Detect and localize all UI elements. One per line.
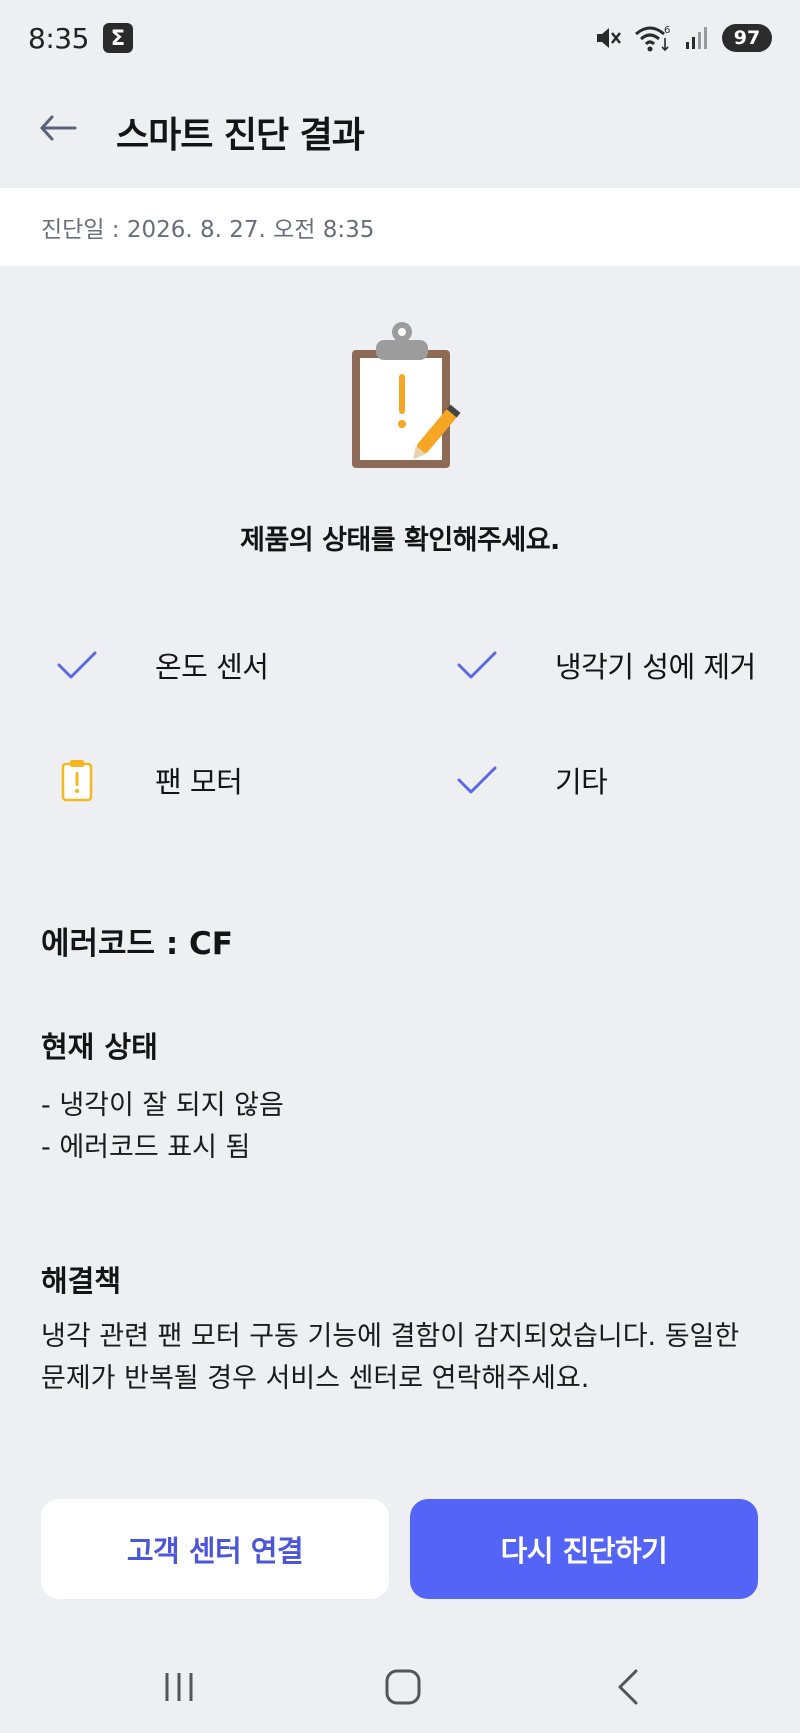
back-arrow-icon bbox=[40, 115, 77, 141]
current-status-line: - 에러코드 표시 됨 bbox=[41, 1132, 251, 1163]
recent-apps-icon bbox=[165, 1673, 193, 1701]
status-time: 8:35 bbox=[28, 21, 89, 55]
check-item-temperature-sensor: 온도 센서 bbox=[55, 640, 269, 690]
check-prompt: 제품의 상태를 확인해주세요. bbox=[240, 525, 560, 556]
signal-icon bbox=[686, 27, 707, 49]
clipboard-warning-icon bbox=[352, 322, 461, 468]
check-icon bbox=[455, 758, 499, 802]
customer-center-button[interactable]: 고객 센터 연결 bbox=[41, 1499, 389, 1599]
error-code: 에러코드 : CF bbox=[41, 926, 233, 962]
nav-back-icon bbox=[618, 1669, 638, 1705]
status-bar: 8:35 Σ 6 97 bbox=[0, 0, 800, 76]
current-status-title: 현재 상태 bbox=[41, 1030, 158, 1064]
wifi-icon: 6 bbox=[635, 25, 670, 52]
check-icon bbox=[55, 643, 99, 687]
check-item-other: 기타 bbox=[455, 755, 608, 805]
solution-title: 해결책 bbox=[41, 1264, 122, 1298]
check-item-defrost: 냉각기 성에 제거 bbox=[455, 640, 756, 690]
status-icons: 6 97 bbox=[594, 23, 772, 53]
check-item-fan-motor: 팬 모터 bbox=[55, 755, 243, 805]
diagnosis-date-bar: 진단일 : 2026. 8. 27. 오전 8:35 bbox=[0, 188, 800, 266]
warning-clipboard-icon bbox=[55, 758, 99, 802]
check-item-label: 기타 bbox=[555, 765, 608, 799]
check-item-label: 냉각기 성에 제거 bbox=[555, 650, 756, 684]
recent-apps-button[interactable] bbox=[154, 1662, 204, 1712]
nav-back-button[interactable] bbox=[603, 1662, 653, 1712]
back-button[interactable] bbox=[38, 108, 78, 148]
solution-text: 냉각 관련 팬 모터 구동 기능에 결함이 감지되었습니다. 동일한 문제가 반… bbox=[41, 1321, 740, 1394]
home-icon bbox=[385, 1669, 421, 1705]
check-item-label: 온도 센서 bbox=[155, 650, 269, 684]
system-nav-bar bbox=[0, 1640, 800, 1733]
current-status-line: - 냉각이 잘 되지 않음 bbox=[41, 1090, 284, 1121]
check-icon bbox=[455, 643, 499, 687]
app-header: 스마트 진단 결과 bbox=[0, 88, 800, 168]
sigma-notification-icon: Σ bbox=[102, 23, 133, 53]
check-item-label: 팬 모터 bbox=[155, 765, 243, 799]
svg-text:6: 6 bbox=[664, 25, 670, 36]
home-button[interactable] bbox=[378, 1662, 428, 1712]
battery-indicator: 97 bbox=[722, 24, 772, 52]
mute-icon bbox=[597, 28, 621, 48]
rediagnose-button[interactable]: 다시 진단하기 bbox=[410, 1499, 758, 1599]
page-title: 스마트 진단 결과 bbox=[116, 115, 365, 156]
diagnosis-date: 진단일 : 2026. 8. 27. 오전 8:35 bbox=[41, 217, 375, 243]
